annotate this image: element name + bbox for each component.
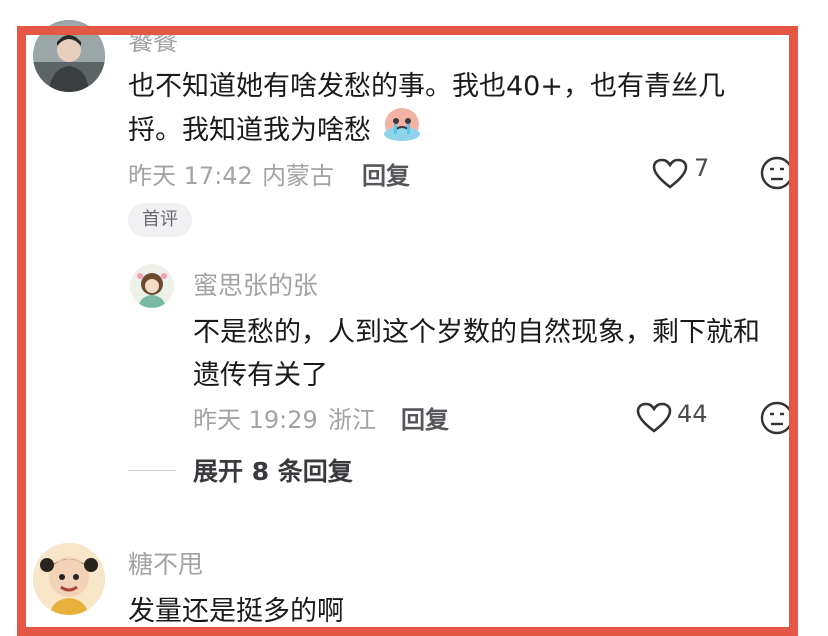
dislike-face-icon[interactable]	[760, 401, 794, 435]
like-heart-icon[interactable]	[636, 402, 672, 434]
expand-replies-button[interactable]: 展开 8 条回复	[193, 452, 353, 488]
comment-text-line1: 也不知道她有啥发愁的事。我也40+，也有青丝几	[128, 71, 725, 102]
reply-time: 昨天 19:29	[193, 406, 318, 434]
like-heart-icon[interactable]	[652, 158, 688, 190]
dislike-face-icon[interactable]	[760, 156, 794, 190]
reply-location: 浙江	[328, 406, 376, 434]
reply-button[interactable]: 回复	[401, 400, 449, 435]
reply-text-line2: 遗传有关了	[193, 360, 328, 391]
like-count: 7	[694, 154, 710, 182]
first-comment-badge: 首评	[128, 203, 192, 237]
avatar[interactable]	[130, 264, 174, 308]
comment-text-line2: 捋。我知道我为啥愁	[128, 115, 371, 146]
reply-author[interactable]: 蜜思张的张	[193, 266, 318, 302]
like-count: 44	[677, 400, 708, 428]
reply-text-line1: 不是愁的，人到这个岁数的自然现象，剩下就和	[193, 317, 760, 348]
crying-face-icon	[382, 104, 422, 142]
reply-button[interactable]: 回复	[362, 156, 410, 191]
avatar[interactable]	[33, 543, 105, 615]
comment-location: 内蒙古	[262, 162, 334, 190]
avatar[interactable]	[33, 20, 105, 92]
comment-author[interactable]: 饕餮	[128, 22, 178, 58]
comment-text: 发量还是挺多的啊	[128, 596, 344, 627]
expand-divider	[128, 470, 176, 471]
comment-author[interactable]: 糖不甩	[128, 545, 203, 581]
comment-time: 昨天 17:42	[128, 162, 253, 190]
